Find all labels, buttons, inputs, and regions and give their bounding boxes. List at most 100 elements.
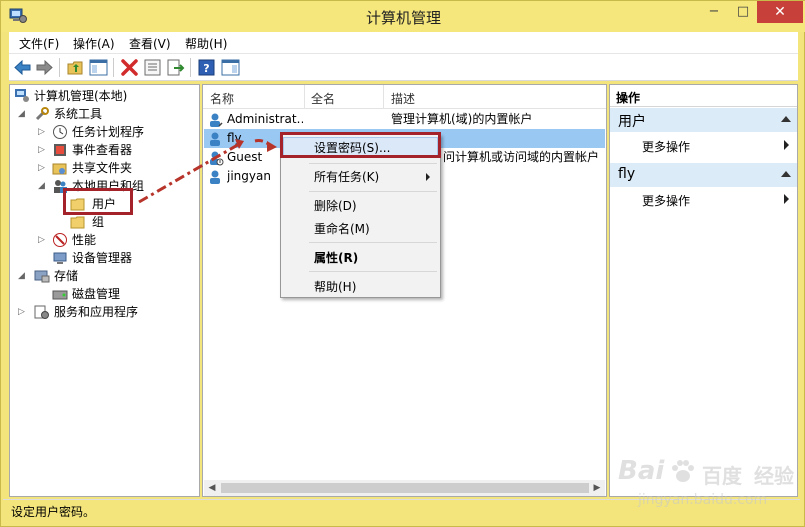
paw-logo-icon <box>672 460 694 482</box>
submenu-arrow-icon[interactable] <box>784 194 789 204</box>
watermark-sub: 经验 <box>754 464 794 488</box>
toolbar-divider <box>190 58 191 77</box>
collapse-up-icon[interactable] <box>781 116 791 122</box>
tree-item-disk-management[interactable]: 磁盘管理 <box>12 285 197 303</box>
expand-icon[interactable]: ▷ <box>18 307 28 317</box>
folder-icon <box>70 216 85 229</box>
collapse-icon[interactable]: ◢ <box>18 271 28 281</box>
menu-item-rename[interactable]: 重命名(M) <box>314 220 370 237</box>
back-arrow-icon[interactable] <box>13 58 32 77</box>
toolbar-divider <box>59 58 60 77</box>
column-divider[interactable] <box>383 85 384 109</box>
baidu-watermark: Bai 百度 经验 jingyan.baidu.com <box>618 456 798 516</box>
help-icon[interactable]: ? <box>197 58 216 77</box>
tree-item-services-apps[interactable]: ▷ 服务和应用程序 <box>12 303 197 321</box>
show-hide-tree-icon[interactable] <box>89 58 108 77</box>
column-divider[interactable] <box>304 85 305 109</box>
tree-item-storage[interactable]: ◢ 存储 <box>12 267 197 285</box>
toolbar-divider <box>113 58 114 77</box>
close-button[interactable]: ✕ <box>757 1 803 23</box>
svg-text:?: ? <box>203 62 209 75</box>
submenu-arrow-icon[interactable] <box>784 140 789 150</box>
tree-item-performance[interactable]: ▷ 性能 <box>12 231 197 249</box>
maximize-button[interactable]: □ <box>729 1 757 23</box>
context-menu: 设置密码(S)... 所有任务(K) 删除(D) 重命名(M) 属性(R) 帮助… <box>280 134 441 298</box>
tree-item-task-scheduler[interactable]: ▷ 任务计划程序 <box>12 123 197 141</box>
scroll-left-icon[interactable]: ◀ <box>204 480 220 496</box>
scroll-thumb[interactable] <box>221 483 589 493</box>
menu-separator <box>309 191 437 192</box>
window-title: 计算机管理 <box>365 9 441 27</box>
expand-icon[interactable]: ▷ <box>38 235 48 245</box>
tree-item-system-tools[interactable]: ◢ 系统工具 <box>12 105 197 123</box>
tree-item-event-viewer[interactable]: ▷ 事件查看器 <box>12 141 197 159</box>
more-actions-fly[interactable]: 更多操作 <box>642 192 690 209</box>
export-list-icon[interactable] <box>166 58 185 77</box>
menu-item-delete[interactable]: 删除(D) <box>314 197 357 214</box>
menu-item-properties[interactable]: 属性(R) <box>314 249 358 266</box>
more-actions-users[interactable]: 更多操作 <box>642 138 690 155</box>
device-manager-icon <box>53 252 67 264</box>
services-apps-icon <box>34 305 49 319</box>
menu-view[interactable]: 查看(V) <box>129 35 171 52</box>
user-icon <box>210 113 223 127</box>
actions-title: 操作 <box>610 85 797 107</box>
action-group-fly[interactable]: fly <box>610 163 797 187</box>
collapse-icon[interactable]: ◢ <box>18 109 28 119</box>
action-pane-icon[interactable] <box>221 58 240 77</box>
collapse-up-icon[interactable] <box>781 171 791 177</box>
scroll-right-icon[interactable]: ▶ <box>589 480 605 496</box>
user-icon <box>210 170 220 184</box>
menu-help[interactable]: 帮助(H) <box>185 35 227 52</box>
menu-item-help[interactable]: 帮助(H) <box>314 278 356 295</box>
status-text: 设定用户密码。 <box>11 505 96 519</box>
expand-icon[interactable]: ▷ <box>38 145 48 155</box>
list-row-administrator[interactable]: Administrat… 管理计算机(域)的内置帐户 <box>204 110 605 129</box>
action-group-users[interactable]: 用户 <box>610 108 797 132</box>
storage-icon <box>34 270 50 283</box>
tree-item-device-manager[interactable]: 设备管理器 <box>12 249 197 267</box>
event-viewer-icon <box>54 144 66 156</box>
task-scheduler-icon <box>53 125 67 139</box>
app-window: 计算机管理 − □ ✕ 文件(F) 操作(A) 查看(V) 帮助(H) ? 计算… <box>0 0 805 527</box>
watermark-logo: Bai <box>618 456 665 486</box>
menu-bar: 文件(F) 操作(A) 查看(V) 帮助(H) <box>9 32 798 53</box>
watermark-url: jingyan.baidu.com <box>638 492 768 508</box>
disk-management-icon <box>52 290 68 300</box>
highlight-box-users <box>63 188 133 215</box>
column-description[interactable]: 描述 <box>391 90 415 107</box>
highlight-box-set-password <box>280 132 441 158</box>
forward-arrow-icon[interactable] <box>35 58 54 77</box>
tree-item-groups[interactable]: 组 <box>12 213 197 231</box>
toolbar: ? <box>9 53 798 81</box>
menu-separator <box>309 163 437 164</box>
menu-file[interactable]: 文件(F) <box>19 35 59 52</box>
horizontal-scrollbar[interactable]: ◀ ▶ <box>204 480 605 496</box>
column-name[interactable]: 名称 <box>210 90 234 107</box>
expand-icon[interactable]: ▷ <box>38 127 48 137</box>
computer-management-icon <box>15 89 29 102</box>
user-disabled-icon <box>210 151 224 166</box>
watermark-logo-cn: 百度 <box>702 464 742 488</box>
up-folder-icon[interactable] <box>66 58 85 77</box>
navigation-tree: 计算机管理(本地) ◢ 系统工具 ▷ 任务计划程序 ▷ 事件查看器 ▷ 共享文件… <box>9 84 200 497</box>
actions-pane: 操作 用户 更多操作 fly 更多操作 <box>609 84 798 497</box>
expand-icon[interactable]: ▷ <box>38 163 48 173</box>
menu-separator <box>309 242 437 243</box>
tree-item-shared-folders[interactable]: ▷ 共享文件夹 <box>12 159 197 177</box>
menu-action[interactable]: 操作(A) <box>73 35 115 52</box>
delete-icon[interactable] <box>120 58 139 77</box>
title-bar: 计算机管理 − □ ✕ <box>1 1 805 32</box>
menu-item-all-tasks[interactable]: 所有任务(K) <box>314 168 379 185</box>
menu-separator <box>309 271 437 272</box>
minimize-button[interactable]: − <box>699 1 729 23</box>
shared-folders-icon <box>52 163 67 175</box>
performance-icon <box>53 233 67 247</box>
system-tools-icon <box>35 107 49 121</box>
column-fullname[interactable]: 全名 <box>311 90 335 107</box>
tree-item-computer-management[interactable]: 计算机管理(本地) <box>12 87 197 105</box>
list-header: 名称 全名 描述 <box>203 85 606 109</box>
submenu-arrow-icon <box>426 173 430 181</box>
properties-icon[interactable] <box>143 58 162 77</box>
collapse-icon[interactable]: ◢ <box>38 181 48 191</box>
